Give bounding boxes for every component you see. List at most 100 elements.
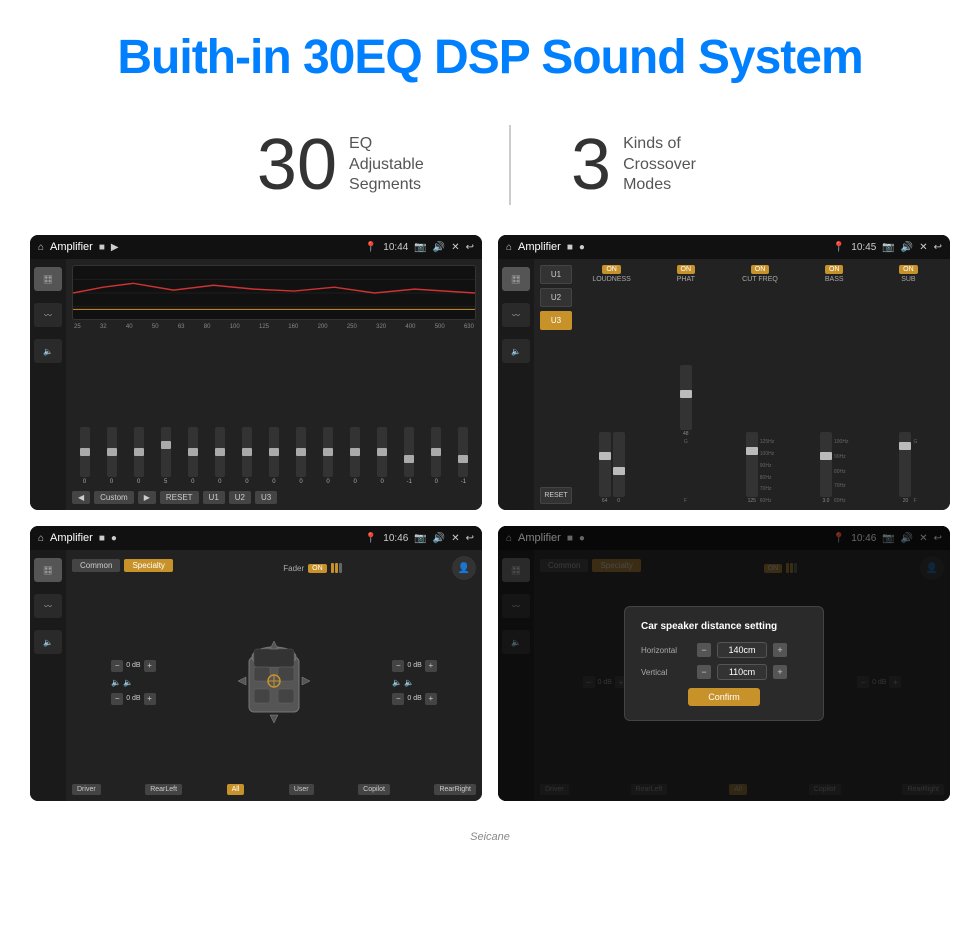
close-icon3[interactable]: ✕ <box>451 533 459 544</box>
eq-reset-btn[interactable]: RESET <box>160 491 199 504</box>
stats-row: 30 EQ AdjustableSegments 3 Kinds ofCross… <box>0 105 980 235</box>
db-plus-tl[interactable]: + <box>144 660 156 672</box>
modal-horizontal-label: Horizontal <box>641 646 691 655</box>
ch-phat-sliders: 48 <box>680 285 692 437</box>
volume-icon2[interactable]: 🔊 <box>901 242 913 253</box>
watermark-text: Seicane <box>470 831 510 843</box>
ch-loudness-on[interactable]: ON <box>602 265 621 274</box>
fader-on-btn[interactable]: ON <box>308 564 327 573</box>
modal-horiz-plus[interactable]: + <box>773 643 787 657</box>
fader-area: Fader ON <box>283 563 341 573</box>
modal-vert-plus[interactable]: + <box>773 665 787 679</box>
eq-u3-btn[interactable]: U3 <box>255 491 277 504</box>
rec-icon: ■ <box>99 242 105 253</box>
home-icon[interactable]: ⌂ <box>38 242 44 253</box>
volume-icon3[interactable]: 🔊 <box>433 533 445 544</box>
home-icon2[interactable]: ⌂ <box>506 242 512 253</box>
tab-common[interactable]: Common <box>72 559 120 572</box>
db-minus-br[interactable]: − <box>392 693 404 705</box>
eq-prev-btn[interactable]: ◀ <box>72 491 90 504</box>
screen3-topbar: ⌂ Amplifier ■ ● 📍 10:46 📷 🔊 ✕ ↩ <box>30 526 482 550</box>
location-icon3: 📍 <box>365 533 377 544</box>
ch-sub-on[interactable]: ON <box>899 265 918 274</box>
modal-vert-minus[interactable]: − <box>697 665 711 679</box>
eq-custom-btn[interactable]: Custom <box>94 491 134 504</box>
vol-btn2[interactable]: 🔈 <box>502 339 530 363</box>
screen2-content: 🎛 〰 🔈 U1 U2 U3 RESET ON LO <box>498 259 950 510</box>
ch-sub: ON SUB 20 GF <box>873 265 944 504</box>
eq-slider-11: 0 <box>370 427 395 485</box>
modal-horiz-minus[interactable]: − <box>697 643 711 657</box>
wave-btn2[interactable]: 〰 <box>502 303 530 327</box>
preset-u3[interactable]: U3 <box>540 311 572 330</box>
modal-title: Car speaker distance setting <box>641 621 807 632</box>
rec-icon2: ■ <box>567 242 573 253</box>
page-header: Buith-in 30EQ DSP Sound System <box>0 0 980 105</box>
pos-user[interactable]: User <box>289 784 314 795</box>
modal-horizontal-row: Horizontal − 140cm + <box>641 642 807 658</box>
ch-phat-label: PHAT <box>677 276 695 283</box>
db-minus-tr[interactable]: − <box>392 660 404 672</box>
speaker-icons-right: 🔈 🔈 <box>392 678 436 687</box>
preset-u1[interactable]: U1 <box>540 265 572 284</box>
eq-slider-7: 0 <box>261 427 286 485</box>
close-icon[interactable]: ✕ <box>451 242 459 253</box>
screen-modal: ⌂ Amplifier ■ ● 📍 10:46 📷 🔊 ✕ ↩ 🎛 〰 🔈 <box>498 526 950 801</box>
preset-u2[interactable]: U2 <box>540 288 572 307</box>
preset-reset[interactable]: RESET <box>540 487 572 504</box>
ch-cutfreq-sliders: 125 125Hz100Hz90Hz80Hz70Hz60Hz <box>746 285 774 504</box>
pos-copilot[interactable]: Copilot <box>358 784 390 795</box>
stat-eq: 30 EQ AdjustableSegments <box>197 129 509 201</box>
eq-slider-9: 0 <box>316 427 341 485</box>
eq-slider-1: 0 <box>99 427 124 485</box>
play-icon[interactable]: ▶ <box>111 242 119 253</box>
tab-specialty[interactable]: Specialty <box>124 559 172 572</box>
dot-icon3: ● <box>111 533 117 544</box>
pos-all[interactable]: All <box>227 784 245 795</box>
confirm-button[interactable]: Confirm <box>688 688 760 706</box>
eq-slider-10: 0 <box>343 427 368 485</box>
back-icon[interactable]: ↩ <box>466 242 474 253</box>
screen2-time: 10:45 <box>851 242 876 253</box>
back-icon3[interactable]: ↩ <box>466 533 474 544</box>
home-icon3[interactable]: ⌂ <box>38 533 44 544</box>
fader-label: Fader <box>283 564 304 573</box>
ch-phat-on[interactable]: ON <box>677 265 696 274</box>
avatar-icon: 👤 <box>452 556 476 580</box>
dot-icon: ● <box>579 242 585 253</box>
vol-btn3[interactable]: 🔈 <box>34 630 62 654</box>
screen-crossover: ⌂ Amplifier ■ ● 📍 10:45 📷 🔊 ✕ ↩ 🎛 〰 🔈 U1 <box>498 235 950 510</box>
wave-btn3[interactable]: 〰 <box>34 594 62 618</box>
db-ctrl-tr: − 0 dB + <box>392 660 436 672</box>
volume-icon[interactable]: 🔊 <box>433 242 445 253</box>
ch-bass-on[interactable]: ON <box>825 265 844 274</box>
pos-rearleft[interactable]: RearLeft <box>145 784 182 795</box>
eq-u1-btn[interactable]: U1 <box>203 491 225 504</box>
wave-btn[interactable]: 〰 <box>34 303 62 327</box>
camera-icon3[interactable]: 📷 <box>414 533 426 544</box>
eq-btn2[interactable]: 🎛 <box>502 267 530 291</box>
db-minus-bl[interactable]: − <box>111 693 123 705</box>
back-icon2[interactable]: ↩ <box>934 242 942 253</box>
eq-next-btn[interactable]: ▶ <box>138 491 156 504</box>
db-plus-tr[interactable]: + <box>425 660 437 672</box>
vol-btn[interactable]: 🔈 <box>34 339 62 363</box>
eq-btn[interactable]: 🎛 <box>34 267 62 291</box>
db-plus-bl[interactable]: + <box>144 693 156 705</box>
pos-driver[interactable]: Driver <box>72 784 101 795</box>
screen2-title: Amplifier <box>518 241 561 253</box>
eq-u2-btn[interactable]: U2 <box>229 491 251 504</box>
db-plus-br[interactable]: + <box>425 693 437 705</box>
ch-cutfreq-on[interactable]: ON <box>751 265 770 274</box>
close-icon2[interactable]: ✕ <box>919 242 927 253</box>
fader-bars <box>331 563 342 573</box>
camera-icon2[interactable]: 📷 <box>882 242 894 253</box>
rec-icon3: ■ <box>99 533 105 544</box>
crossover-channels: ON LOUDNESS 64 0 <box>576 265 944 504</box>
pos-rearright[interactable]: RearRight <box>434 784 476 795</box>
ch-loudness: ON LOUDNESS 64 0 <box>576 265 647 504</box>
eq-btn3[interactable]: 🎛 <box>34 558 62 582</box>
db-minus-tl[interactable]: − <box>111 660 123 672</box>
camera-icon[interactable]: 📷 <box>414 242 426 253</box>
location-icon: 📍 <box>365 242 377 253</box>
